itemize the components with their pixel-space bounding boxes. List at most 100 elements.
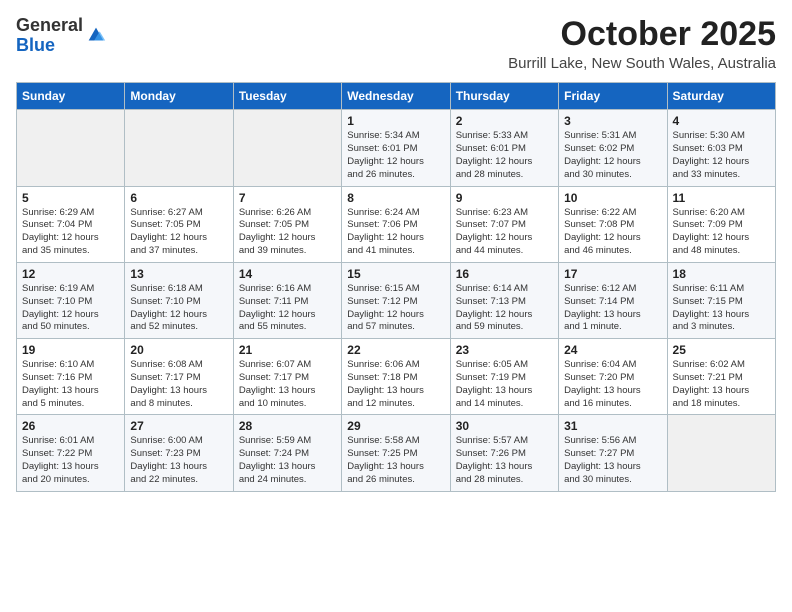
- day-info: Sunrise: 6:23 AM Sunset: 7:07 PM Dayligh…: [456, 207, 553, 258]
- calendar-cell: [233, 110, 341, 186]
- calendar-cell: 2 Sunrise: 5:33 AM Sunset: 6:01 PM Daylig…: [450, 110, 558, 186]
- weekday-header-monday: Monday: [125, 83, 233, 110]
- calendar-cell: 17 Sunrise: 6:12 AM Sunset: 7:14 PM Dayli…: [559, 262, 667, 338]
- calendar-cell: [667, 415, 775, 491]
- day-number: 29: [347, 419, 444, 433]
- calendar-cell: 13 Sunrise: 6:18 AM Sunset: 7:10 PM Dayli…: [125, 262, 233, 338]
- week-row-1: 1 Sunrise: 5:34 AM Sunset: 6:01 PM Daylig…: [17, 110, 776, 186]
- location-title: Burrill Lake, New South Wales, Australia: [508, 55, 776, 72]
- calendar-cell: 6Sunrise: 6:27 AM Sunset: 7:05 PM Daylig…: [125, 186, 233, 262]
- day-info: Sunrise: 6:24 AM Sunset: 7:06 PM Dayligh…: [347, 207, 444, 258]
- day-number: 3: [564, 114, 661, 128]
- day-info: Sunrise: 6:07 AM Sunset: 7:17 PM Dayligh…: [239, 359, 336, 410]
- calendar-cell: 5Sunrise: 6:29 AM Sunset: 7:04 PM Daylig…: [17, 186, 125, 262]
- calendar-cell: 19Sunrise: 6:10 AM Sunset: 7:16 PM Dayli…: [17, 339, 125, 415]
- calendar-cell: 10 Sunrise: 6:22 AM Sunset: 7:08 PM Dayli…: [559, 186, 667, 262]
- day-number: 31: [564, 419, 661, 433]
- calendar-cell: 29 Sunrise: 5:58 AM Sunset: 7:25 PM Dayli…: [342, 415, 450, 491]
- day-info: Sunrise: 5:59 AM Sunset: 7:24 PM Dayligh…: [239, 435, 336, 486]
- calendar-cell: 22 Sunrise: 6:06 AM Sunset: 7:18 PM Dayli…: [342, 339, 450, 415]
- day-info: Sunrise: 6:05 AM Sunset: 7:19 PM Dayligh…: [456, 359, 553, 410]
- day-info: Sunrise: 6:12 AM Sunset: 7:14 PM Dayligh…: [564, 283, 661, 334]
- calendar-cell: 30Sunrise: 5:57 AM Sunset: 7:26 PM Dayli…: [450, 415, 558, 491]
- calendar-cell: 25Sunrise: 6:02 AM Sunset: 7:21 PM Dayli…: [667, 339, 775, 415]
- title-block: October 2025 Burrill Lake, New South Wal…: [508, 16, 776, 72]
- day-info: Sunrise: 6:01 AM Sunset: 7:22 PM Dayligh…: [22, 435, 119, 486]
- day-number: 4: [673, 114, 770, 128]
- day-number: 10: [564, 191, 661, 205]
- calendar-cell: 16 Sunrise: 6:14 AM Sunset: 7:13 PM Dayli…: [450, 262, 558, 338]
- day-info: Sunrise: 6:10 AM Sunset: 7:16 PM Dayligh…: [22, 359, 119, 410]
- calendar-page: General Blue October 2025 Burrill Lake, …: [0, 0, 792, 502]
- day-info: Sunrise: 6:08 AM Sunset: 7:17 PM Dayligh…: [130, 359, 227, 410]
- calendar-cell: 20 Sunrise: 6:08 AM Sunset: 7:17 PM Dayli…: [125, 339, 233, 415]
- day-info: Sunrise: 6:18 AM Sunset: 7:10 PM Dayligh…: [130, 283, 227, 334]
- day-number: 16: [456, 267, 553, 281]
- month-title: October 2025: [508, 16, 776, 53]
- calendar-cell: 21 Sunrise: 6:07 AM Sunset: 7:17 PM Dayli…: [233, 339, 341, 415]
- day-number: 5: [22, 191, 119, 205]
- calendar-cell: 14Sunrise: 6:16 AM Sunset: 7:11 PM Dayli…: [233, 262, 341, 338]
- day-number: 22: [347, 343, 444, 357]
- calendar-cell: 12Sunrise: 6:19 AM Sunset: 7:10 PM Dayli…: [17, 262, 125, 338]
- logo-general: General: [16, 16, 83, 36]
- weekday-header-thursday: Thursday: [450, 83, 558, 110]
- weekday-header-sunday: Sunday: [17, 83, 125, 110]
- calendar-cell: 11Sunrise: 6:20 AM Sunset: 7:09 PM Dayli…: [667, 186, 775, 262]
- calendar-cell: 31 Sunrise: 5:56 AM Sunset: 7:27 PM Dayli…: [559, 415, 667, 491]
- day-number: 2: [456, 114, 553, 128]
- weekday-header-tuesday: Tuesday: [233, 83, 341, 110]
- day-number: 30: [456, 419, 553, 433]
- calendar-cell: 4 Sunrise: 5:30 AM Sunset: 6:03 PM Daylig…: [667, 110, 775, 186]
- day-number: 1: [347, 114, 444, 128]
- day-number: 12: [22, 267, 119, 281]
- calendar-cell: 9Sunrise: 6:23 AM Sunset: 7:07 PM Daylig…: [450, 186, 558, 262]
- calendar-cell: [125, 110, 233, 186]
- weekday-header-friday: Friday: [559, 83, 667, 110]
- weekday-header-saturday: Saturday: [667, 83, 775, 110]
- header: General Blue October 2025 Burrill Lake, …: [16, 16, 776, 72]
- week-row-2: 5Sunrise: 6:29 AM Sunset: 7:04 PM Daylig…: [17, 186, 776, 262]
- calendar-cell: 28 Sunrise: 5:59 AM Sunset: 7:24 PM Dayli…: [233, 415, 341, 491]
- calendar-cell: 26 Sunrise: 6:01 AM Sunset: 7:22 PM Dayli…: [17, 415, 125, 491]
- day-number: 28: [239, 419, 336, 433]
- week-row-4: 19Sunrise: 6:10 AM Sunset: 7:16 PM Dayli…: [17, 339, 776, 415]
- calendar-table: SundayMondayTuesdayWednesdayThursdayFrid…: [16, 82, 776, 491]
- calendar-cell: 15 Sunrise: 6:15 AM Sunset: 7:12 PM Dayli…: [342, 262, 450, 338]
- day-info: Sunrise: 5:56 AM Sunset: 7:27 PM Dayligh…: [564, 435, 661, 486]
- week-row-3: 12Sunrise: 6:19 AM Sunset: 7:10 PM Dayli…: [17, 262, 776, 338]
- day-number: 18: [673, 267, 770, 281]
- day-number: 7: [239, 191, 336, 205]
- calendar-cell: 18Sunrise: 6:11 AM Sunset: 7:15 PM Dayli…: [667, 262, 775, 338]
- day-number: 23: [456, 343, 553, 357]
- day-number: 20: [130, 343, 227, 357]
- day-number: 27: [130, 419, 227, 433]
- day-info: Sunrise: 6:22 AM Sunset: 7:08 PM Dayligh…: [564, 207, 661, 258]
- day-number: 24: [564, 343, 661, 357]
- day-info: Sunrise: 6:04 AM Sunset: 7:20 PM Dayligh…: [564, 359, 661, 410]
- day-info: Sunrise: 5:34 AM Sunset: 6:01 PM Dayligh…: [347, 130, 444, 181]
- day-info: Sunrise: 5:30 AM Sunset: 6:03 PM Dayligh…: [673, 130, 770, 181]
- calendar-cell: 27 Sunrise: 6:00 AM Sunset: 7:23 PM Dayli…: [125, 415, 233, 491]
- day-number: 17: [564, 267, 661, 281]
- calendar-cell: 24 Sunrise: 6:04 AM Sunset: 7:20 PM Dayli…: [559, 339, 667, 415]
- calendar-cell: 8 Sunrise: 6:24 AM Sunset: 7:06 PM Daylig…: [342, 186, 450, 262]
- day-info: Sunrise: 6:14 AM Sunset: 7:13 PM Dayligh…: [456, 283, 553, 334]
- weekday-header-row: SundayMondayTuesdayWednesdayThursdayFrid…: [17, 83, 776, 110]
- day-info: Sunrise: 6:06 AM Sunset: 7:18 PM Dayligh…: [347, 359, 444, 410]
- day-info: Sunrise: 6:02 AM Sunset: 7:21 PM Dayligh…: [673, 359, 770, 410]
- day-number: 8: [347, 191, 444, 205]
- day-info: Sunrise: 5:58 AM Sunset: 7:25 PM Dayligh…: [347, 435, 444, 486]
- day-info: Sunrise: 6:16 AM Sunset: 7:11 PM Dayligh…: [239, 283, 336, 334]
- day-info: Sunrise: 6:15 AM Sunset: 7:12 PM Dayligh…: [347, 283, 444, 334]
- day-number: 13: [130, 267, 227, 281]
- calendar-cell: [17, 110, 125, 186]
- day-number: 15: [347, 267, 444, 281]
- day-number: 21: [239, 343, 336, 357]
- week-row-5: 26 Sunrise: 6:01 AM Sunset: 7:22 PM Dayli…: [17, 415, 776, 491]
- day-info: Sunrise: 6:00 AM Sunset: 7:23 PM Dayligh…: [130, 435, 227, 486]
- day-info: Sunrise: 5:33 AM Sunset: 6:01 PM Dayligh…: [456, 130, 553, 181]
- day-number: 26: [22, 419, 119, 433]
- logo-icon: [85, 24, 107, 46]
- calendar-cell: 1 Sunrise: 5:34 AM Sunset: 6:01 PM Daylig…: [342, 110, 450, 186]
